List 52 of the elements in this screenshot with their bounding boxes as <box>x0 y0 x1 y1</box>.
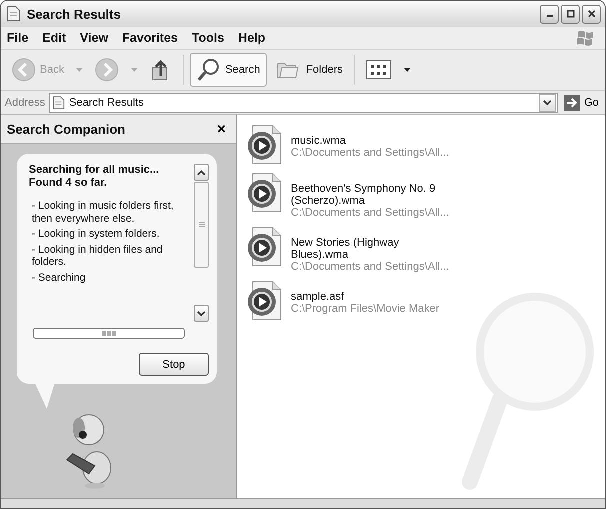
grip-icon[interactable] <box>198 222 204 228</box>
file-name[interactable]: sample.asf <box>291 291 441 303</box>
arrow-right-icon <box>564 94 580 110</box>
document-icon <box>53 96 66 110</box>
search-icon <box>197 58 222 82</box>
status-line: - Searching <box>31 272 87 284</box>
maximize-icon <box>566 9 576 19</box>
search-button[interactable]: Search <box>190 53 268 87</box>
window-title: Search Results <box>27 6 122 22</box>
pane-title: Search Companion <box>7 122 126 136</box>
address-field[interactable]: Search Results <box>49 92 558 112</box>
folders-button[interactable]: Folders <box>271 55 348 85</box>
menu-item[interactable]: View <box>80 31 108 45</box>
file-path: C:\Program Files\Movie Maker <box>291 303 441 315</box>
media-file-icon[interactable] <box>247 173 283 213</box>
menu-item[interactable]: File <box>7 31 29 45</box>
stop-button[interactable]: Stop <box>139 353 209 376</box>
chevron-down-icon <box>543 100 552 106</box>
address-label: Address <box>5 96 46 108</box>
file-path: C:\Documents and Settings\All... <box>291 147 450 159</box>
file-name[interactable]: New Stories (Highway Blues).wma <box>291 237 441 261</box>
maximize-button[interactable] <box>561 4 580 24</box>
close-button[interactable]: × <box>213 120 230 138</box>
media-file-icon[interactable] <box>247 227 283 267</box>
view-grid-icon <box>366 60 392 80</box>
media-file-icon[interactable] <box>247 281 283 321</box>
close-button[interactable] <box>582 4 601 24</box>
status-line: - Looking in music folders first, then everywhere else. <box>31 200 175 225</box>
go-button[interactable]: Go <box>562 94 601 110</box>
file-path: C:\Documents and Settings\All... <box>291 207 450 219</box>
menu-item[interactable]: Favorites <box>122 31 178 45</box>
chevron-up-icon[interactable] <box>197 170 206 176</box>
dropdown-button[interactable] <box>539 94 556 112</box>
document-icon <box>7 6 21 22</box>
status-line: - Looking in system folders. <box>31 228 161 240</box>
minimize-button[interactable] <box>540 4 559 24</box>
arrow-left-icon <box>12 58 36 82</box>
status-heading: Searching for all music... Found 4 so far. <box>29 164 160 190</box>
arrow-right-icon <box>95 58 120 82</box>
chevron-down-icon[interactable] <box>197 310 206 316</box>
menu-item[interactable]: Help <box>238 31 266 45</box>
flag-logo-icon <box>575 29 595 47</box>
status-line: - Looking in hidden files and folders. <box>31 244 164 268</box>
file-name[interactable]: music.wma <box>291 135 441 147</box>
address-value: Search Results <box>69 96 145 108</box>
file-path: C:\Documents and Settings\All... <box>291 261 450 273</box>
close-icon <box>586 9 596 19</box>
menu-item[interactable]: Edit <box>42 31 66 45</box>
menu-item[interactable]: Tools <box>192 31 224 45</box>
file-name[interactable]: Beethoven's Symphony No. 9 (Scherzo).wma <box>291 183 441 207</box>
media-file-icon[interactable] <box>247 125 283 165</box>
scrollbar[interactable] <box>194 164 209 322</box>
